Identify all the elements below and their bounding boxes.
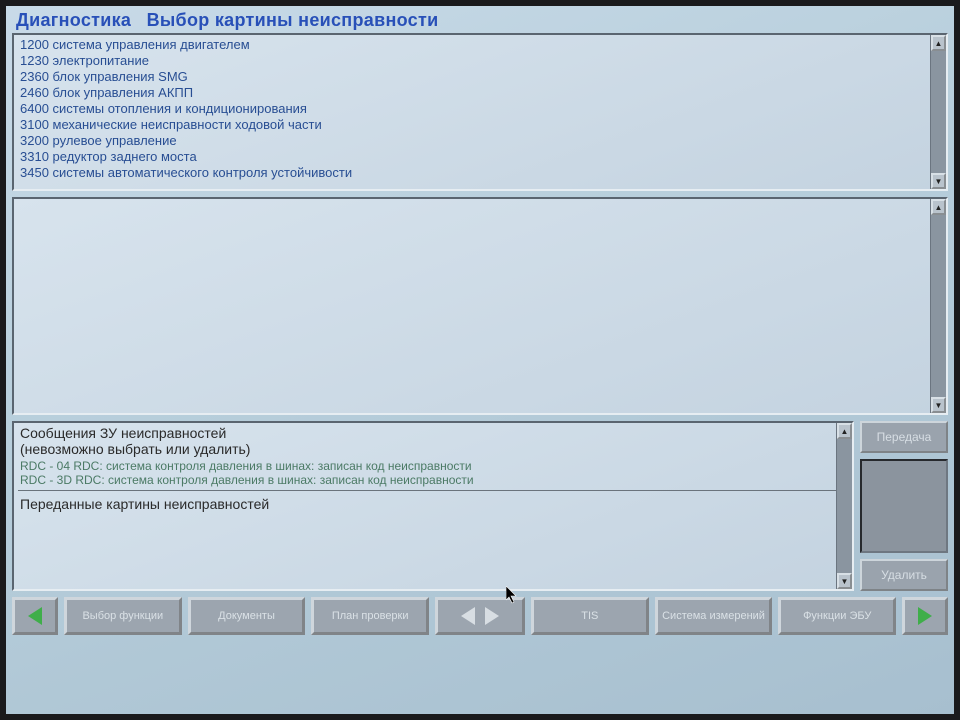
scroll-up-icon[interactable]: ▲ — [837, 423, 852, 439]
title-bar: Диагностика Выбор картины неисправности — [6, 6, 954, 33]
middle-scrollbar[interactable]: ▲ ▼ — [930, 199, 946, 413]
tis-button[interactable]: TIS — [531, 597, 649, 635]
middle-content — [14, 199, 946, 205]
scroll-down-icon[interactable]: ▼ — [837, 573, 852, 589]
toolbar: Выбор функции Документы План проверки TI… — [6, 597, 954, 643]
nav-next-button[interactable] — [902, 597, 948, 635]
system-item[interactable]: 6400 системы отопления и кондиционирован… — [20, 101, 928, 117]
title-main: Диагностика — [16, 10, 131, 30]
lower-row: Сообщения ЗУ неисправностей (невозможно … — [12, 421, 948, 591]
title-sub: Выбор картины неисправности — [147, 10, 439, 30]
transmitted-header: Переданные картины неисправностей — [14, 494, 852, 514]
scroll-track[interactable] — [931, 51, 946, 173]
message-line: RDC - 04 RDC: система контроля давления … — [14, 459, 852, 473]
scroll-track[interactable] — [931, 215, 946, 397]
system-item[interactable]: 3100 механические неисправности ходовой … — [20, 117, 928, 133]
triangle-right-icon — [918, 607, 932, 625]
scroll-down-icon[interactable]: ▼ — [931, 173, 946, 189]
delete-button[interactable]: Удалить — [860, 559, 948, 591]
system-item[interactable]: 1230 электропитание — [20, 53, 928, 69]
triangle-right-icon — [485, 607, 499, 625]
nav-pair-button[interactable] — [435, 597, 525, 635]
messages-subheader: (невозможно выбрать или удалить) — [14, 441, 852, 459]
triangle-left-icon — [28, 607, 42, 625]
documents-button[interactable]: Документы — [188, 597, 306, 635]
scroll-down-icon[interactable]: ▼ — [931, 397, 946, 413]
message-line: RDC - 3D RDC: система контроля давления … — [14, 473, 852, 487]
messages-header: Сообщения ЗУ неисправностей — [14, 423, 852, 441]
messages-scrollbar[interactable]: ▲ ▼ — [836, 423, 852, 589]
scroll-up-icon[interactable]: ▲ — [931, 199, 946, 215]
triangle-left-icon — [461, 607, 475, 625]
scroll-up-icon[interactable]: ▲ — [931, 35, 946, 51]
select-function-button[interactable]: Выбор функции — [64, 597, 182, 635]
ecu-functions-button[interactable]: Функции ЭБУ — [778, 597, 896, 635]
side-buttons: Передача Удалить — [860, 421, 948, 591]
systems-panel: 1200 система управления двигателем1230 э… — [12, 33, 948, 191]
systems-scrollbar[interactable]: ▲ ▼ — [930, 35, 946, 189]
system-item[interactable]: 3200 рулевое управление — [20, 133, 928, 149]
messages-panel: Сообщения ЗУ неисправностей (невозможно … — [12, 421, 854, 591]
system-item[interactable]: 3450 системы автоматического контроля ус… — [20, 165, 928, 181]
system-item[interactable]: 2360 блок управления SMG — [20, 69, 928, 85]
middle-panel: ▲ ▼ — [12, 197, 948, 415]
system-item[interactable]: 3310 редуктор заднего моста — [20, 149, 928, 165]
measurement-system-button[interactable]: Система измерений — [655, 597, 773, 635]
test-plan-button[interactable]: План проверки — [311, 597, 429, 635]
side-spacer — [860, 459, 948, 553]
system-item[interactable]: 1200 система управления двигателем — [20, 37, 928, 53]
scroll-track[interactable] — [837, 439, 852, 573]
divider — [18, 490, 848, 491]
system-item[interactable]: 2460 блок управления АКПП — [20, 85, 928, 101]
app-screen: Диагностика Выбор картины неисправности … — [6, 6, 954, 714]
nav-prev-button[interactable] — [12, 597, 58, 635]
transmit-button[interactable]: Передача — [860, 421, 948, 453]
systems-list: 1200 система управления двигателем1230 э… — [14, 35, 946, 185]
